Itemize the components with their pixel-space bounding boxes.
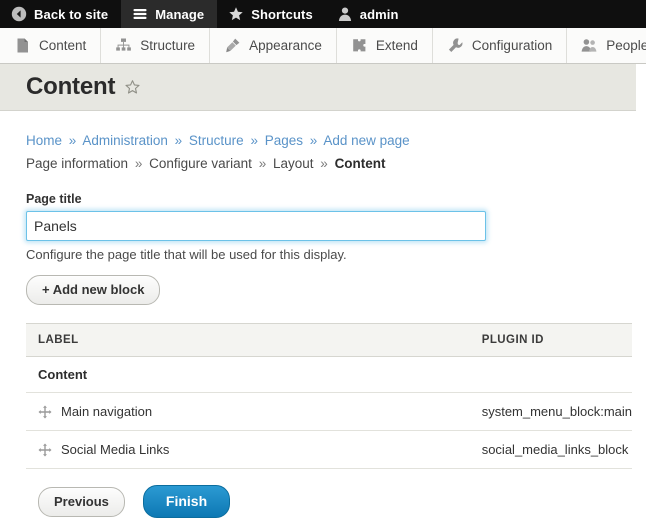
admin-menu-item-label: Appearance bbox=[249, 38, 322, 53]
admin-toolbar: Back to site Manage Shortcuts admin bbox=[0, 0, 646, 28]
page-title-band: Content bbox=[0, 64, 636, 111]
main-content: Home » Administration » Structure » Page… bbox=[0, 111, 646, 518]
puzzle-piece-icon bbox=[353, 39, 366, 52]
page-title-label: Page title bbox=[26, 192, 82, 206]
user-icon bbox=[338, 7, 351, 21]
admin-menu-item-extend[interactable]: Extend bbox=[337, 28, 433, 63]
page-title-field-group: Page title Configure the page title that… bbox=[26, 192, 632, 262]
breadcrumb-link-administration[interactable]: Administration bbox=[82, 133, 168, 148]
add-new-block-wrap: + Add new block bbox=[26, 275, 632, 305]
wrench-icon bbox=[448, 38, 463, 52]
block-plugin-id: social_media_links_block bbox=[481, 430, 632, 469]
blocks-table-body: Content Main navigation system_menu_bloc… bbox=[26, 356, 632, 469]
blocks-table: LABEL PLUGIN ID Content Main navigation … bbox=[26, 323, 632, 469]
admin-menu-item-label: Configuration bbox=[471, 38, 553, 53]
admin-menu-item-label: Extend bbox=[375, 38, 418, 53]
admin-menu-item-label: People bbox=[606, 38, 646, 53]
toolbar-item-label: Manage bbox=[155, 6, 205, 22]
block-label-cell: Social Media Links bbox=[26, 430, 482, 469]
block-plugin-id: system_menu_block:main bbox=[481, 392, 632, 431]
toolbar-item-label: admin bbox=[359, 6, 399, 22]
wizard-step-content-current: Content bbox=[334, 156, 386, 171]
breadcrumb-link-add-new-page[interactable]: Add new page bbox=[323, 133, 409, 148]
toolbar-item-shortcuts[interactable]: Shortcuts bbox=[217, 0, 326, 28]
admin-menu-item-people[interactable]: People bbox=[567, 28, 646, 63]
admin-menu-item-label: Structure bbox=[140, 38, 196, 53]
table-header-row: LABEL PLUGIN ID bbox=[26, 323, 632, 357]
wizard-step-configure-variant[interactable]: Configure variant bbox=[149, 156, 252, 171]
drag-move-icon[interactable] bbox=[38, 405, 52, 419]
admin-menu-bar: Content Structure Appearance Extend Conf… bbox=[0, 28, 646, 64]
admin-menu-item-structure[interactable]: Structure bbox=[101, 28, 211, 63]
column-header-plugin-id[interactable]: PLUGIN ID bbox=[481, 323, 632, 357]
admin-menu-item-label: Content bbox=[39, 38, 87, 53]
breadcrumb-separator: » bbox=[68, 133, 77, 148]
breadcrumb-link-home[interactable]: Home bbox=[26, 133, 62, 148]
back-arrow-icon bbox=[11, 6, 27, 22]
hierarchy-icon bbox=[116, 38, 132, 51]
page-title: Content bbox=[26, 73, 116, 100]
blocks-table-head: LABEL PLUGIN ID bbox=[26, 323, 632, 357]
breadcrumb-separator: » bbox=[309, 133, 318, 148]
add-new-block-button[interactable]: + Add new block bbox=[26, 275, 161, 305]
breadcrumb-link-structure[interactable]: Structure bbox=[189, 133, 244, 148]
hamburger-icon bbox=[133, 9, 147, 19]
breadcrumb-separator: » bbox=[174, 133, 183, 148]
block-label: Social Media Links bbox=[61, 442, 170, 457]
toolbar-item-label: Back to site bbox=[34, 6, 109, 22]
toolbar-item-label: Shortcuts bbox=[251, 6, 313, 22]
paintbrush-icon bbox=[226, 38, 240, 53]
block-label: Main navigation bbox=[61, 404, 153, 419]
wizard-step-layout[interactable]: Layout bbox=[273, 156, 314, 171]
breadcrumb-separator: » bbox=[134, 156, 143, 171]
star-icon bbox=[229, 7, 243, 21]
breadcrumb-separator: » bbox=[258, 156, 267, 171]
admin-menu-item-appearance[interactable]: Appearance bbox=[210, 28, 337, 63]
table-region-row: Content bbox=[26, 356, 632, 393]
table-row[interactable]: Social Media Links social_media_links_bl… bbox=[26, 430, 632, 469]
toolbar-item-back-to-site[interactable]: Back to site bbox=[0, 0, 121, 28]
admin-menu-item-content[interactable]: Content bbox=[0, 28, 102, 63]
wizard-step-page-information[interactable]: Page information bbox=[26, 156, 128, 171]
table-row[interactable]: Main navigation system_menu_block:main bbox=[26, 392, 632, 431]
toolbar-item-admin-user[interactable]: admin bbox=[326, 0, 412, 28]
page-title-input[interactable] bbox=[26, 211, 486, 241]
breadcrumb-link-pages[interactable]: Pages bbox=[265, 133, 303, 148]
page-title-description: Configure the page title that will be us… bbox=[26, 247, 347, 262]
people-icon bbox=[581, 39, 597, 52]
block-label-cell: Main navigation bbox=[26, 392, 482, 431]
toolbar-item-manage[interactable]: Manage bbox=[121, 0, 218, 28]
breadcrumb-separator: » bbox=[250, 133, 258, 148]
admin-menu-item-configuration[interactable]: Configuration bbox=[433, 28, 568, 63]
column-header-label[interactable]: LABEL bbox=[26, 323, 482, 357]
region-label: Content bbox=[26, 356, 632, 393]
breadcrumb-wizard: Page information » Configure variant » L… bbox=[26, 152, 632, 175]
star-outline-icon[interactable] bbox=[124, 79, 141, 96]
page-icon bbox=[17, 38, 28, 53]
breadcrumb-primary: Home » Administration » Structure » Page… bbox=[26, 129, 632, 152]
breadcrumb-separator: » bbox=[320, 156, 328, 171]
drag-move-icon[interactable] bbox=[38, 443, 52, 457]
